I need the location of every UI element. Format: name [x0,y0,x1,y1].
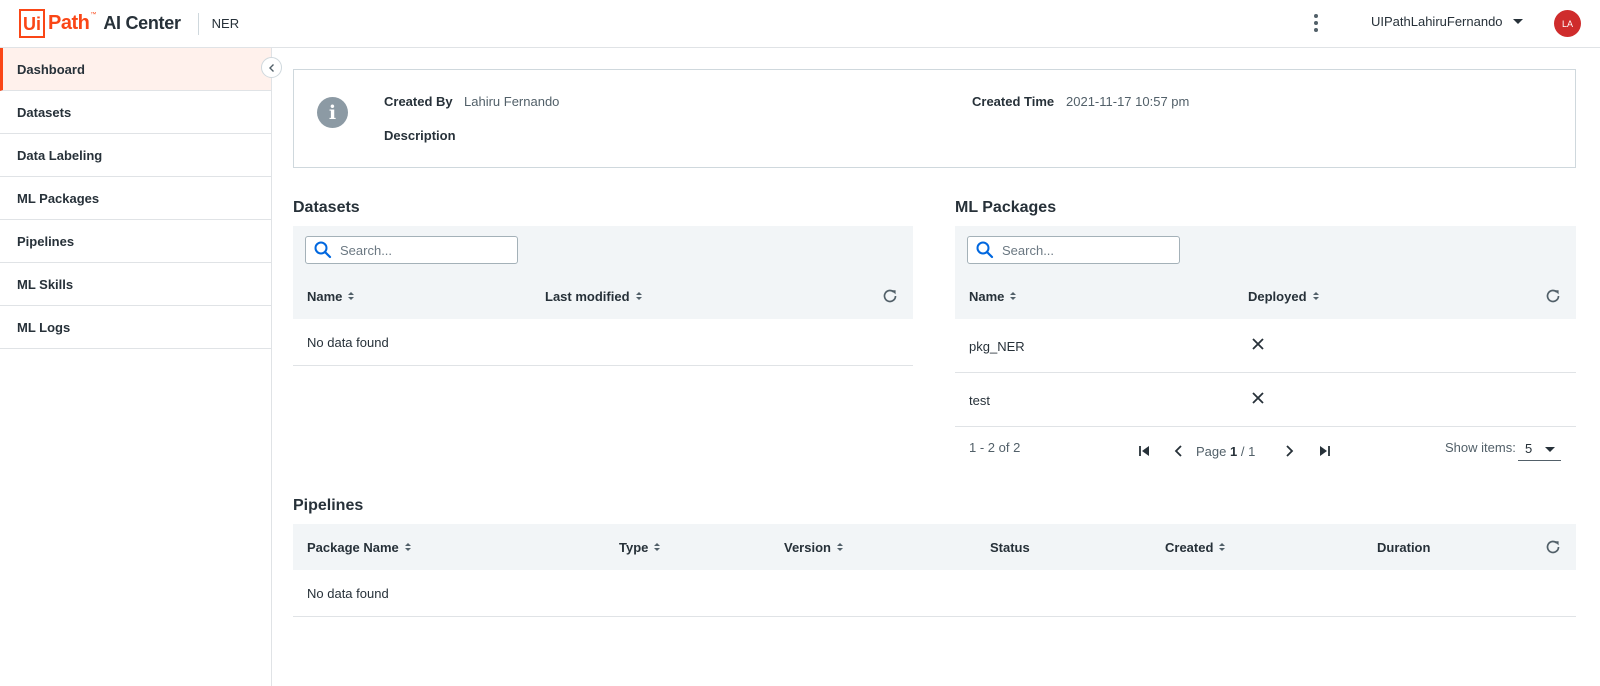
datasets-title: Datasets [293,199,360,216]
top-header: Ui Path ™ AI Center NER UIPathLahiruFern… [0,0,1600,48]
last-page-icon[interactable] [1316,443,1332,459]
pipelines-table-header: Package Name Type Version Status Created… [293,524,1576,570]
datasets-table-header: Name Last modified [293,273,913,319]
ml-packages-search-bar [955,226,1576,273]
pipelines-title: Pipelines [293,497,364,514]
project-info-card: i Created By Lahiru Fernando Description… [293,69,1576,168]
logo-ui-mark: Ui [19,9,45,38]
column-header-status: Status [990,539,1030,555]
table-row: No data found [293,319,913,366]
refresh-icon[interactable] [881,287,899,305]
collapse-sidebar-button[interactable] [261,57,282,78]
sidebar-item-label: Data Labeling [17,147,103,163]
column-header-last-modified[interactable]: Last modified [545,273,642,319]
sidebar-item-label: Pipelines [17,233,75,249]
sidebar-item-datasets[interactable]: Datasets [0,91,271,134]
caret-down-icon [1512,19,1523,24]
column-header-deployed[interactable]: Deployed [1248,273,1319,319]
sidebar-item-label: Dashboard [17,61,85,77]
sidebar: Dashboard Datasets Data Labeling ML Pack… [0,48,272,686]
sidebar-item-pipelines[interactable]: Pipelines [0,220,271,263]
package-name-cell: test [969,393,990,408]
project-name: NER [211,16,240,31]
sidebar-item-label: ML Logs [17,319,71,335]
sidebar-item-label: Datasets [17,104,72,120]
avatar[interactable]: LA [1554,10,1581,37]
sort-icon [404,543,411,551]
pagination-page-indicator: Page 1 / 1 [1196,444,1256,459]
description-label: Description [384,128,456,143]
sort-icon [1010,292,1017,300]
logo-trademark: ™ [90,11,97,18]
empty-state-text: No data found [307,335,389,350]
show-items-select[interactable]: 5 [1518,437,1561,461]
ml-packages-title: ML Packages [955,199,1057,216]
datasets-search-input[interactable] [340,242,510,258]
app: Ui Path ™ AI Center NER UIPathLahiruFern… [0,0,1600,686]
sidebar-item-ml-skills[interactable]: ML Skills [0,263,271,306]
caret-down-icon [1545,447,1555,452]
user-menu-dropdown[interactable]: UIPathLahiruFernando [1371,14,1523,29]
sort-icon [1312,292,1319,300]
sort-icon [836,543,843,551]
column-header-duration: Duration [1377,539,1431,555]
created-by-value: Lahiru Fernando [464,94,560,109]
datasets-search-box[interactable] [305,236,518,264]
more-options-icon[interactable] [1306,12,1326,34]
column-header-name[interactable]: Name [969,273,1017,319]
sort-icon [654,543,661,551]
created-time-value: 2021-11-17 10:57 pm [1066,94,1190,109]
first-page-icon[interactable] [1137,443,1153,459]
empty-state-text: No data found [307,586,389,601]
logo-path-text: Path [48,12,90,34]
sidebar-item-dashboard[interactable]: Dashboard [0,48,271,91]
sidebar-item-label: ML Packages [17,190,100,206]
search-icon [976,241,994,259]
user-name: UIPathLahiruFernando [1371,14,1503,29]
show-items-label: Show items: [1445,440,1516,455]
not-deployed-icon [1252,392,1264,404]
column-header-type[interactable]: Type [619,524,661,570]
created-by-label: Created By [384,94,453,109]
uipath-logo[interactable]: Ui Path ™ AI Center [19,9,181,39]
column-header-package-name[interactable]: Package Name [307,524,411,570]
ml-packages-table-header: Name Deployed [955,273,1576,319]
search-icon [314,241,332,259]
table-row[interactable]: test [955,373,1576,427]
table-row[interactable]: pkg_NER [955,319,1576,373]
datasets-search-bar [293,226,913,273]
sidebar-item-ml-logs[interactable]: ML Logs [0,306,271,349]
sidebar-item-data-labeling[interactable]: Data Labeling [0,134,271,177]
chevron-left-icon [268,63,274,72]
header-divider [197,12,199,35]
refresh-icon[interactable] [1544,538,1562,556]
previous-page-icon[interactable] [1171,443,1187,459]
sort-icon [1219,543,1226,551]
column-header-created[interactable]: Created [1165,524,1226,570]
sidebar-item-ml-packages[interactable]: ML Packages [0,177,271,220]
package-name-cell: pkg_NER [969,339,1025,354]
sort-icon [635,292,642,300]
not-deployed-icon [1252,338,1264,350]
sidebar-item-label: ML Skills [17,276,74,292]
ml-packages-search-input[interactable] [1002,242,1172,258]
next-page-icon[interactable] [1281,443,1297,459]
column-header-name[interactable]: Name [307,273,355,319]
column-header-version[interactable]: Version [784,524,843,570]
table-row: No data found [293,570,1576,617]
refresh-icon[interactable] [1544,287,1562,305]
created-time-label: Created Time [972,94,1055,109]
pagination-range: 1 - 2 of 2 [969,440,1021,455]
ml-packages-search-box[interactable] [967,236,1180,264]
show-items-value: 5 [1525,441,1533,456]
sort-icon [348,292,355,300]
logo-product-name: AI Center [103,13,181,33]
info-icon: i [317,97,348,128]
